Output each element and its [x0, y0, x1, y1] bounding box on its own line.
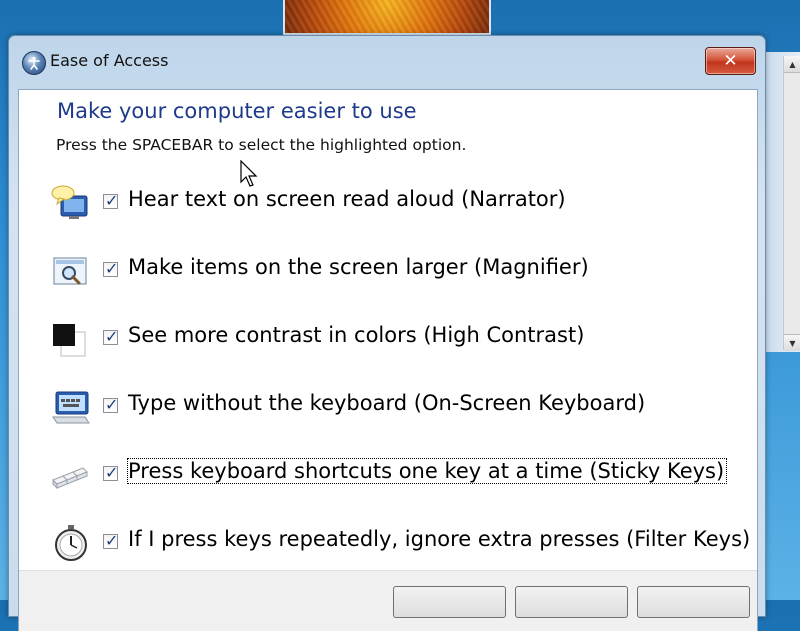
sticky-keys-checkbox[interactable]: ✓	[103, 463, 119, 482]
magnifier-checkbox[interactable]: ✓	[103, 259, 119, 278]
option-filter-keys[interactable]: ✓ If I press keys repeatedly, ignore ext…	[51, 522, 751, 564]
option-sticky-keys[interactable]: ✓ Press keyboard shortcuts one key at a …	[51, 454, 751, 496]
narrator-checkbox[interactable]: ✓	[103, 191, 119, 210]
option-label[interactable]: Type without the keyboard (On-Screen Key…	[128, 391, 645, 415]
option-label[interactable]: Hear text on screen read aloud (Narrator…	[128, 187, 566, 211]
option-label[interactable]: Make items on the screen larger (Magnifi…	[128, 255, 589, 279]
scroll-up-arrow-icon[interactable]: ▲	[784, 56, 800, 73]
option-label[interactable]: If I press keys repeatedly, ignore extra…	[128, 527, 750, 551]
close-icon: ✕	[723, 51, 738, 71]
footer-button-3[interactable]	[637, 586, 750, 618]
desktop-background-image	[283, 0, 491, 35]
on-screen-keyboard-checkbox[interactable]: ✓	[103, 395, 119, 414]
sticky-keys-icon	[52, 467, 88, 490]
stopwatch-icon	[55, 525, 87, 561]
option-magnifier[interactable]: ✓ Make items on the screen larger (Magni…	[51, 250, 751, 292]
option-label[interactable]: See more contrast in colors (High Contra…	[128, 323, 584, 347]
checkmark-icon: ✓	[105, 531, 119, 550]
checkmark-icon: ✓	[105, 395, 119, 414]
filter-keys-checkbox[interactable]: ✓	[103, 531, 119, 550]
high-contrast-icon	[53, 324, 86, 357]
option-label-focused[interactable]: Press keyboard shortcuts one key at a ti…	[126, 458, 728, 484]
background-window-scrollbar[interactable]: ▲ ▼	[783, 56, 800, 351]
option-high-contrast[interactable]: ✓ See more contrast in colors (High Cont…	[51, 318, 751, 360]
ease-of-access-icon	[22, 51, 46, 75]
title-bar[interactable]: Ease of Access ✕	[9, 36, 765, 88]
ease-of-access-dialog: Ease of Access ✕ Make your computer easi…	[8, 35, 766, 631]
checkmark-icon: ✓	[105, 463, 119, 482]
narrator-icon	[51, 185, 88, 219]
checkmark-icon: ✓	[105, 191, 119, 210]
footer-button-1[interactable]	[393, 586, 506, 618]
window-title: Ease of Access	[50, 51, 169, 70]
instruction-text: Press the SPACEBAR to select the highlig…	[56, 136, 467, 154]
option-narrator[interactable]: ✓ Hear text on screen read aloud (Narrat…	[51, 182, 751, 224]
magnifier-icon	[53, 257, 87, 285]
footer-button-2[interactable]	[515, 586, 628, 618]
dialog-content: Make your computer easier to use Press t…	[18, 89, 758, 631]
close-button[interactable]: ✕	[705, 47, 756, 75]
option-on-screen-keyboard[interactable]: ✓ Type without the keyboard (On-Screen K…	[51, 386, 751, 428]
scroll-down-arrow-icon[interactable]: ▼	[784, 334, 800, 351]
dialog-footer	[19, 570, 757, 631]
checkmark-icon: ✓	[105, 259, 119, 278]
page-heading: Make your computer easier to use	[57, 99, 417, 123]
checkmark-icon: ✓	[105, 327, 119, 346]
on-screen-keyboard-icon	[52, 391, 90, 424]
high-contrast-checkbox[interactable]: ✓	[103, 327, 119, 346]
